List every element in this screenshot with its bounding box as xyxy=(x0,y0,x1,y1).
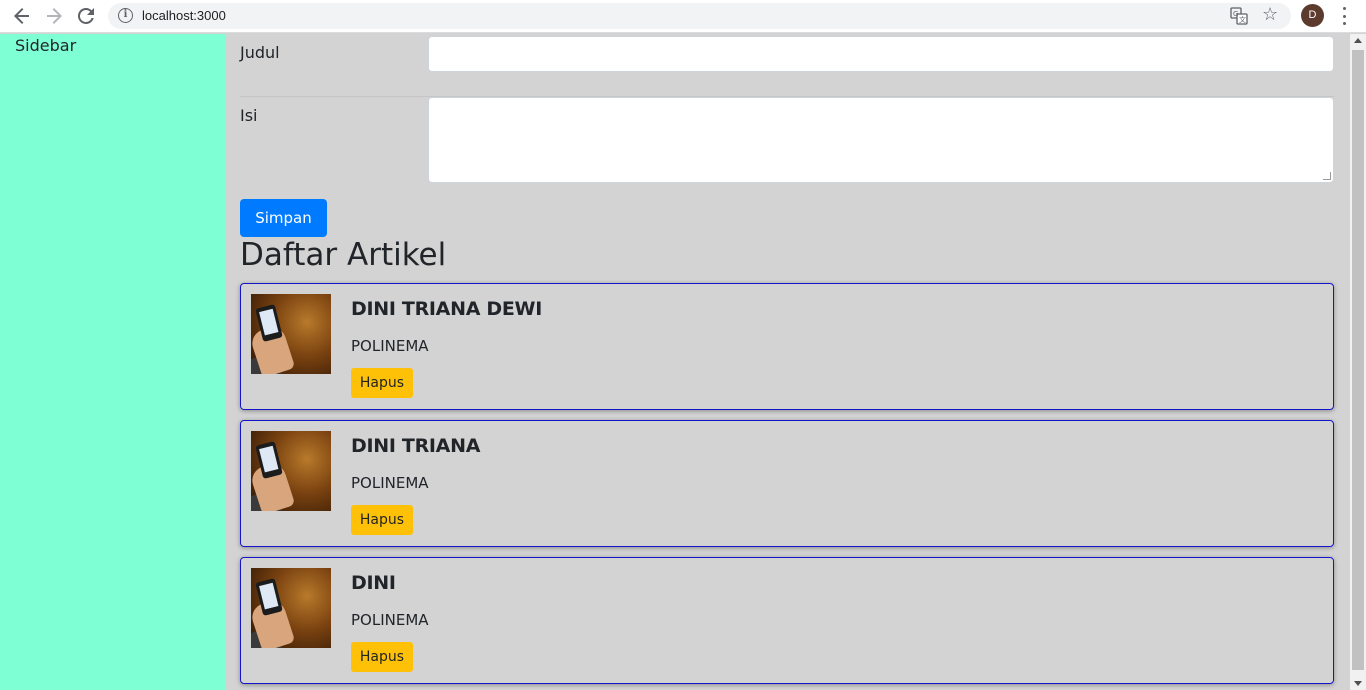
article-subtitle: POLINEMA xyxy=(351,474,429,492)
avatar[interactable]: D xyxy=(1301,4,1324,27)
title-input[interactable] xyxy=(428,36,1334,72)
sidebar-title: Sidebar xyxy=(15,36,77,55)
address-bar[interactable]: i localhost:3000 G文 ☆ xyxy=(108,3,1291,29)
article-subtitle: POLINEMA xyxy=(351,611,429,629)
translate-icon[interactable]: G文 xyxy=(1230,7,1248,25)
article-card: DINI TRIANA POLINEMA Hapus xyxy=(240,420,1334,547)
reload-icon[interactable] xyxy=(73,4,99,28)
article-title: DINI TRIANA DEWI xyxy=(351,298,542,320)
article-list-heading: Daftar Artikel xyxy=(240,237,447,273)
article-title: DINI xyxy=(351,572,396,594)
scroll-thumb[interactable] xyxy=(1352,50,1364,670)
article-thumbnail xyxy=(251,568,331,648)
url-text[interactable]: localhost:3000 xyxy=(142,8,226,23)
sidebar: Sidebar xyxy=(0,34,226,690)
main-content: Judul Isi Simpan Daftar Artikel DINI TRI… xyxy=(226,34,1350,690)
vertical-scrollbar[interactable] xyxy=(1350,34,1366,690)
article-card: DINI POLINEMA Hapus xyxy=(240,557,1334,684)
article-title: DINI TRIANA xyxy=(351,435,481,457)
content-textarea[interactable] xyxy=(428,97,1334,183)
delete-button[interactable]: Hapus xyxy=(351,505,413,535)
article-thumbnail xyxy=(251,294,331,374)
delete-button[interactable]: Hapus xyxy=(351,642,413,672)
scroll-down-icon[interactable] xyxy=(1354,681,1362,686)
forward-arrow-icon[interactable] xyxy=(41,4,67,28)
resize-grip-icon[interactable] xyxy=(1323,172,1331,180)
menu-icon[interactable] xyxy=(1336,6,1352,26)
content-label: Isi xyxy=(240,106,258,125)
save-button[interactable]: Simpan xyxy=(240,199,327,237)
title-label: Judul xyxy=(240,43,280,62)
article-subtitle: POLINEMA xyxy=(351,337,429,355)
browser-toolbar: i localhost:3000 G文 ☆ D xyxy=(0,0,1366,33)
scroll-up-icon[interactable] xyxy=(1354,38,1362,43)
svg-text:文: 文 xyxy=(1239,15,1246,24)
svg-text:G: G xyxy=(1233,10,1238,18)
back-arrow-icon[interactable] xyxy=(9,4,35,28)
star-icon[interactable]: ☆ xyxy=(1262,4,1278,25)
delete-button[interactable]: Hapus xyxy=(351,368,413,398)
info-icon[interactable]: i xyxy=(118,8,133,23)
article-card: DINI TRIANA DEWI POLINEMA Hapus xyxy=(240,283,1334,410)
article-thumbnail xyxy=(251,431,331,511)
